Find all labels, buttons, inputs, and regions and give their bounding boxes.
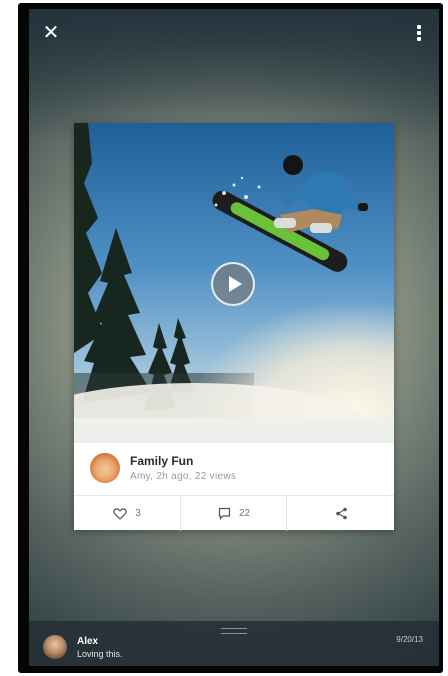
post-actions: 3 22 [74,495,394,531]
heart-icon [113,507,127,520]
share-icon [335,507,347,520]
share-button[interactable] [286,496,395,531]
more-options-button[interactable] [406,19,432,45]
comment-bar[interactable]: Alex Loving this. 9/20/13 [29,621,439,666]
comment-icon [218,507,231,520]
play-button[interactable] [211,262,255,306]
like-count: 3 [135,508,141,519]
photo-viewer-screen: ✕ Family Fun Amy, 2h ago, 22 views 3 22 … [29,9,439,666]
avatar[interactable] [90,453,120,483]
drag-handle[interactable] [221,628,247,634]
comment-date: 9/20/13 [396,635,423,644]
more-vertical-icon [406,25,432,41]
comment-count: 22 [238,508,251,519]
post-info: Family Fun Amy, 2h ago, 22 views [74,443,394,495]
comment-text: Loving this. [77,649,123,659]
post-card: Family Fun Amy, 2h ago, 22 views 3 22 [74,123,394,531]
comment-author: Alex [77,636,99,647]
post-meta: Amy, 2h ago, 22 views [130,471,237,482]
close-icon: ✕ [42,20,60,44]
avatar[interactable] [43,635,67,659]
close-button[interactable]: ✕ [38,19,64,45]
comment-button[interactable]: 22 [180,496,287,531]
post-title: Family Fun [130,454,194,468]
like-button[interactable]: 3 [74,496,180,531]
